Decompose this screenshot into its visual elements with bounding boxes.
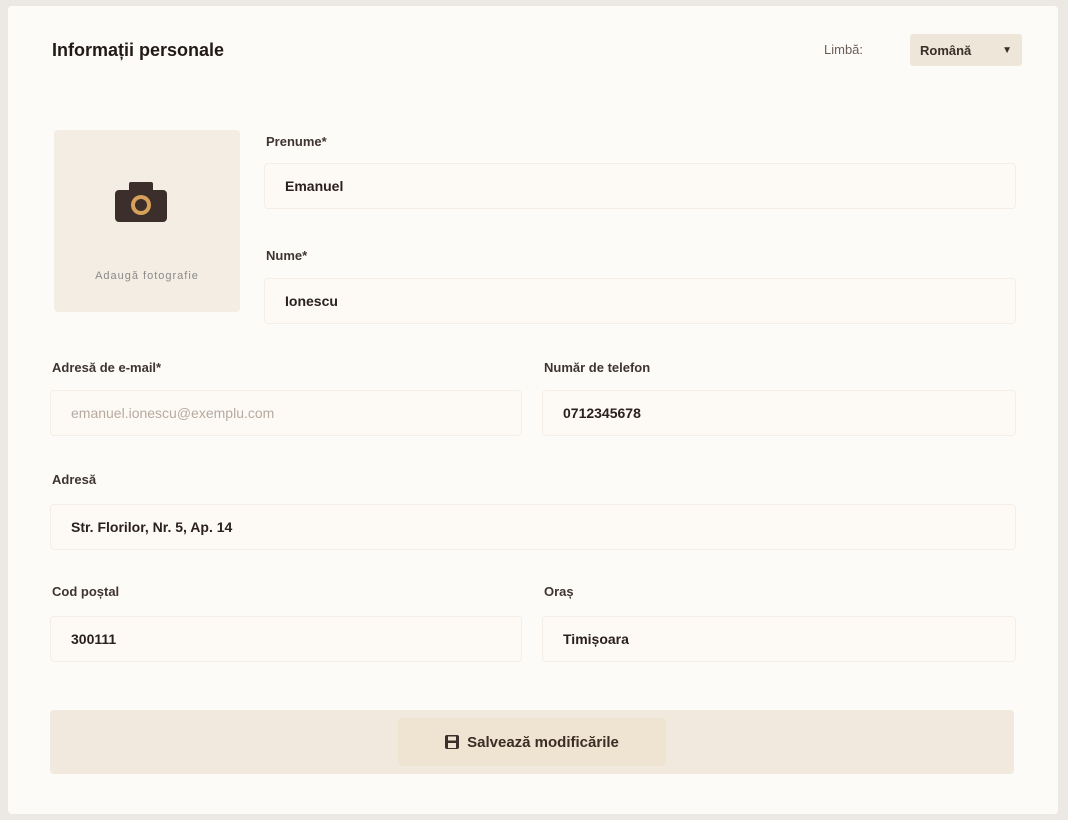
language-selected-value: Română bbox=[920, 42, 972, 58]
language-select[interactable]: Română ▼ bbox=[910, 34, 1022, 66]
last-name-field[interactable]: Ionescu bbox=[264, 278, 1016, 324]
chevron-down-icon: ▼ bbox=[1002, 44, 1012, 56]
postal-code-label: Cod poștal bbox=[52, 584, 120, 599]
city-field[interactable]: Timișoara bbox=[542, 616, 1016, 662]
photo-caption: Adaugă fotografie bbox=[95, 270, 199, 282]
last-name-label: Nume* bbox=[266, 248, 308, 263]
address-label: Adresă bbox=[52, 472, 97, 487]
save-button[interactable]: Salvează modificările bbox=[398, 718, 666, 766]
first-name-field[interactable]: Emanuel bbox=[264, 163, 1016, 209]
save-icon bbox=[445, 735, 460, 749]
first-name-label: Prenume* bbox=[266, 134, 327, 149]
city-label: Oraș bbox=[544, 584, 574, 599]
save-button-label: Salvează modificările bbox=[467, 733, 619, 751]
profile-card: Informații personale Limbă: Română ▼ Ada… bbox=[8, 6, 1058, 814]
photo-upload[interactable]: Adaugă fotografie bbox=[54, 130, 240, 312]
phone-label: Număr de telefon bbox=[544, 360, 651, 375]
phone-field[interactable]: 0712345678 bbox=[542, 390, 1016, 436]
page-title: Informații personale bbox=[52, 40, 225, 60]
address-field[interactable]: Str. Florilor, Nr. 5, Ap. 14 bbox=[50, 504, 1016, 550]
email-label: Adresă de e-mail* bbox=[52, 360, 162, 375]
email-field[interactable]: emanuel.ionescu@exemplu.com bbox=[50, 390, 522, 436]
action-bar: Salvează modificările bbox=[50, 710, 1014, 774]
postal-code-field[interactable]: 300111 bbox=[50, 616, 522, 662]
camera-icon bbox=[115, 182, 167, 222]
language-label: Limbă: bbox=[824, 42, 864, 57]
